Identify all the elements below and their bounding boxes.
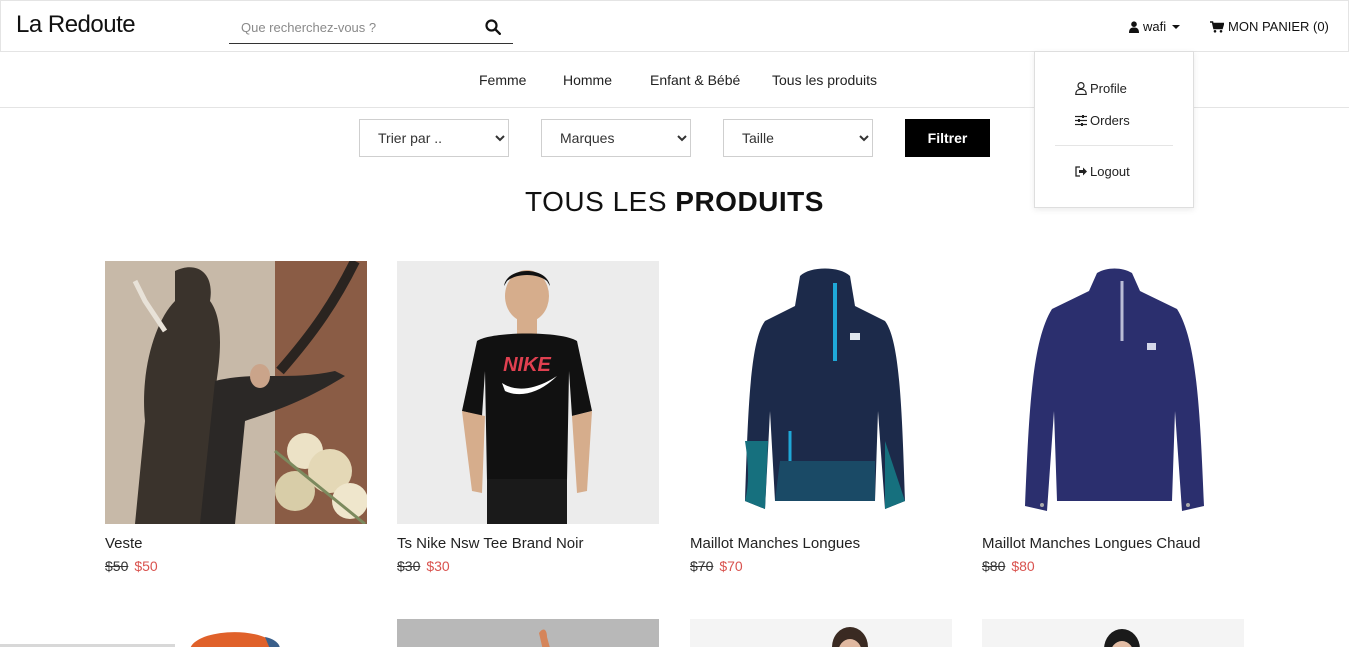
svg-text:NIKE: NIKE xyxy=(503,354,551,376)
dropdown-item-profile[interactable]: Profile xyxy=(1075,81,1127,96)
search-bar xyxy=(229,11,513,44)
nav-item-enfant-bebe[interactable]: Enfant & Bébé xyxy=(650,72,740,88)
current-price: $30 xyxy=(426,558,450,574)
current-price: $80 xyxy=(1011,558,1035,574)
sliders-icon xyxy=(1075,115,1087,126)
product-name[interactable]: Maillot Manches Longues Chaud xyxy=(982,535,1200,552)
old-price: $50 xyxy=(105,558,129,574)
nav-item-femme[interactable]: Femme xyxy=(479,72,526,88)
user-outline-icon xyxy=(1075,82,1087,95)
old-price: $30 xyxy=(397,558,421,574)
size-select[interactable]: Taille xyxy=(723,119,873,157)
product-name[interactable]: Veste xyxy=(105,535,143,552)
old-price: $70 xyxy=(690,558,714,574)
product-prices: $30 $30 xyxy=(397,558,450,574)
product-name[interactable]: Maillot Manches Longues xyxy=(690,535,860,552)
section-title-bold: PRODUITS xyxy=(675,186,824,217)
section-title-light: TOUS LES xyxy=(525,186,676,217)
product-card[interactable] xyxy=(982,619,1244,647)
product-name[interactable]: Ts Nike Nsw Tee Brand Noir xyxy=(397,535,583,552)
product-image[interactable] xyxy=(982,261,1244,524)
dropdown-divider xyxy=(1055,145,1173,146)
cart-label: MON PANIER (0) xyxy=(1228,19,1329,34)
site-logo[interactable]: La Redoute xyxy=(16,11,136,39)
product-image[interactable] xyxy=(397,619,659,647)
old-price: $80 xyxy=(982,558,1006,574)
cart-icon xyxy=(1210,20,1224,33)
product-image[interactable] xyxy=(690,261,952,524)
product-image[interactable]: NIKE xyxy=(397,261,659,524)
search-icon[interactable] xyxy=(485,19,501,35)
user-dropdown-menu: Profile Orders Logout xyxy=(1034,51,1194,208)
current-price: $50 xyxy=(134,558,158,574)
product-prices: $50 $50 xyxy=(105,558,158,574)
search-input[interactable] xyxy=(229,11,469,43)
product-image[interactable] xyxy=(105,261,367,524)
dropdown-item-orders[interactable]: Orders xyxy=(1075,113,1130,128)
product-card[interactable] xyxy=(105,619,367,647)
product-card[interactable] xyxy=(397,619,659,647)
sort-select[interactable]: Trier par .. xyxy=(359,119,509,157)
nav-item-tous-les-produits[interactable]: Tous les produits xyxy=(772,72,877,88)
dropdown-item-logout[interactable]: Logout xyxy=(1075,164,1130,179)
product-image[interactable] xyxy=(105,619,367,647)
caret-down-icon xyxy=(1172,24,1181,29)
product-prices: $80 $80 xyxy=(982,558,1035,574)
dropdown-item-label: Profile xyxy=(1090,81,1127,96)
product-prices: $70 $70 xyxy=(690,558,743,574)
product-card[interactable] xyxy=(690,619,952,647)
top-bar: La Redoute wafi MON PANIER (0) xyxy=(0,0,1349,52)
product-image[interactable] xyxy=(982,619,1244,647)
sign-out-icon xyxy=(1075,166,1087,177)
product-image[interactable] xyxy=(690,619,952,647)
brands-select[interactable]: Marques xyxy=(541,119,691,157)
user-icon xyxy=(1129,20,1139,33)
current-price: $70 xyxy=(719,558,743,574)
nav-item-homme[interactable]: Homme xyxy=(563,72,612,88)
dropdown-item-label: Orders xyxy=(1090,113,1130,128)
dropdown-item-label: Logout xyxy=(1090,164,1130,179)
filter-button[interactable]: Filtrer xyxy=(905,119,990,157)
cart-link[interactable]: MON PANIER (0) xyxy=(1210,19,1329,34)
user-menu-toggle[interactable]: wafi xyxy=(1129,19,1181,34)
user-name: wafi xyxy=(1143,19,1167,34)
